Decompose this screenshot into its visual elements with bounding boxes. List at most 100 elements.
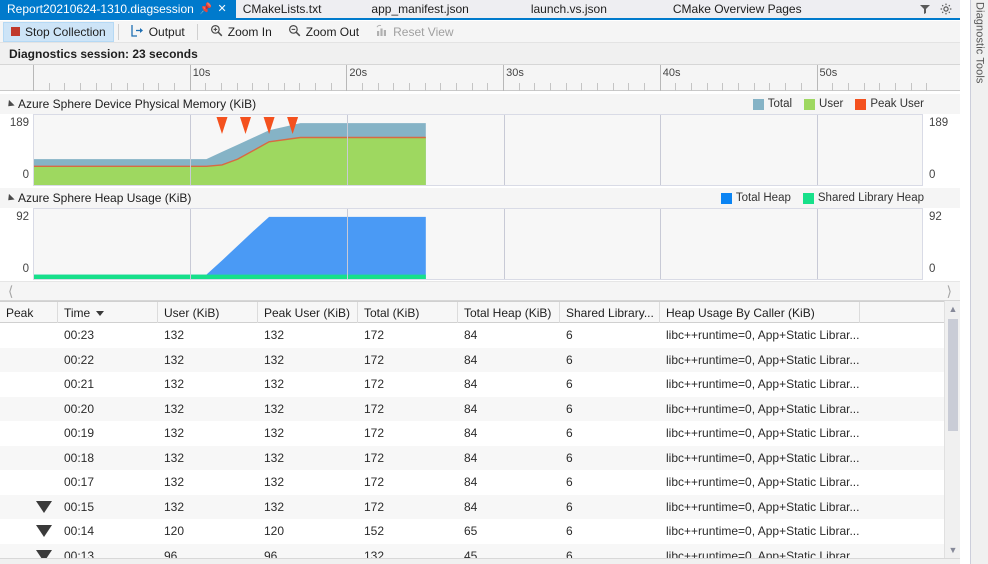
table-cell-peak_user: 132 <box>264 475 285 490</box>
table-cell-total: 172 <box>364 499 385 514</box>
sort-descending-icon <box>96 310 105 316</box>
scroll-left-icon[interactable]: ⟨ <box>8 283 13 300</box>
table-cell-total_heap: 84 <box>464 426 478 441</box>
tab-cmake-overview-pages[interactable]: CMake Overview Pages <box>666 0 811 18</box>
zoom-in-button[interactable]: Zoom In <box>202 22 280 42</box>
heap-usage-plot-area[interactable] <box>33 208 923 280</box>
table-row[interactable]: 00:20 132 132 172 84 6 libc++runtime=0, App+St… <box>0 396 960 422</box>
ruler-minor-tick <box>644 83 646 91</box>
table-cell-heap_caller: libc++runtime=0, App+Static Librar... <box>666 499 860 514</box>
table-cell-spacer <box>860 323 946 348</box>
legend-item-shared-library-heap: Shared Library Heap <box>802 192 924 204</box>
table-row[interactable]: 00:23 132 132 172 84 6 libc++runtime=0, App+St… <box>0 323 960 348</box>
reset-view-button[interactable]: Reset View <box>367 22 461 42</box>
pin-icon[interactable]: 📌 <box>199 3 211 15</box>
table-cell-heap_caller: libc++runtime=0, App+Static Librar... <box>666 426 860 441</box>
scrollbar-thumb[interactable] <box>948 319 958 431</box>
table-header-heap_caller[interactable]: Heap Usage By Caller (KiB) <box>660 302 860 324</box>
table-cell-heap_caller: libc++runtime=0, App+Static Librar... <box>666 401 860 416</box>
table-header-label: Time <box>64 306 91 320</box>
close-icon[interactable]: ✕ <box>218 3 227 15</box>
ruler-minor-tick <box>550 83 552 91</box>
ruler-minor-tick <box>64 83 66 91</box>
scroll-up-icon[interactable]: ▲ <box>945 301 961 317</box>
ruler-minor-tick <box>518 83 520 91</box>
chevron-down-icon[interactable] <box>5 99 15 109</box>
table-row[interactable]: 00:17 132 132 172 84 6 libc++runtime=0, App+St… <box>0 470 960 495</box>
tab-cmakelists[interactable]: CMakeLists.txt <box>236 0 331 18</box>
ruler-label: 40s <box>662 67 681 79</box>
table-row[interactable]: 00:15 132 132 172 84 6 libc++runtime=0, App+St… <box>0 494 960 519</box>
table-header-spacer[interactable] <box>860 302 946 324</box>
tab-diagsession[interactable]: Report20210624-1310.diagsession 📌 ✕ <box>0 0 236 18</box>
table-cell-total_heap: 65 <box>464 524 478 539</box>
table-cell-total_heap: 84 <box>464 499 478 514</box>
table-header-peak[interactable]: Peak <box>0 302 58 324</box>
table-cell-user: 132 <box>164 328 185 343</box>
table-vertical-scrollbar[interactable]: ▲ ▼ <box>944 301 960 558</box>
table-cell-peak_user: 132 <box>264 499 285 514</box>
timeline-horizontal-scrollbar[interactable]: ⟨ ⟩ <box>0 281 960 301</box>
table-cell-peak <box>0 397 58 422</box>
table-header-time[interactable]: Time <box>58 302 158 324</box>
ruler-minor-tick <box>174 83 176 91</box>
timeline-ruler[interactable]: 10s 20s 30s 40s 50s <box>0 65 960 91</box>
table-row[interactable]: 00:21 132 132 172 84 6 libc++runtime=0, App+St… <box>0 372 960 397</box>
table-cell-heap_caller: libc++runtime=0, App+Static Librar... <box>666 352 860 367</box>
table-cell-spacer <box>860 421 946 446</box>
table-cell-total_heap: 84 <box>464 377 478 392</box>
table-cell-shared_lib: 6 <box>566 377 573 392</box>
stop-collection-button[interactable]: Stop Collection <box>3 21 114 42</box>
table-cell-time: 00:15 <box>64 499 95 514</box>
zoom-out-button[interactable]: Zoom Out <box>280 22 367 42</box>
table-row[interactable]: 00:14 120 120 152 65 6 libc++runtime=0, App+St… <box>0 519 960 544</box>
physical-memory-graph: 189 0 189 0 <box>0 114 960 186</box>
tab-launch-vs-json[interactable]: launch.vs.json <box>524 0 616 18</box>
scroll-down-icon[interactable]: ▼ <box>945 542 961 558</box>
table-cell-peak_user: 132 <box>264 450 285 465</box>
table-header-label: Shared Library... <box>566 306 654 320</box>
table-cell-time: 00:20 <box>64 401 95 416</box>
output-button[interactable]: Output <box>123 22 193 42</box>
table-cell-user: 132 <box>164 499 185 514</box>
table-row[interactable]: 00:22 132 132 172 84 6 libc++runtime=0, App+St… <box>0 347 960 372</box>
scroll-right-icon[interactable]: ⟩ <box>947 283 952 300</box>
chevron-down-icon[interactable] <box>5 193 15 203</box>
physical-memory-section-header: Azure Sphere Device Physical Memory (KiB… <box>0 94 960 114</box>
table-cell-total: 172 <box>364 377 385 392</box>
table-cell-peak <box>0 372 58 397</box>
physical-memory-plot-area[interactable] <box>33 114 923 186</box>
table-header-total[interactable]: Total (KiB) <box>358 302 458 324</box>
table-row[interactable]: 00:19 132 132 172 84 6 libc++runtime=0, App+St… <box>0 421 960 446</box>
table-header-total_heap[interactable]: Total Heap (KiB) <box>458 302 560 324</box>
ruler-minor-tick <box>675 83 677 91</box>
ruler-minor-tick <box>926 83 928 91</box>
table-header-label: Total (KiB) <box>364 306 420 320</box>
tab-label: Report20210624-1310.diagsession <box>7 2 194 16</box>
table-header-user[interactable]: User (KiB) <box>158 302 258 324</box>
table-cell-user: 120 <box>164 524 185 539</box>
ruler-minor-tick <box>95 83 97 91</box>
table-cell-user: 132 <box>164 426 185 441</box>
ruler-minor-tick <box>722 83 724 91</box>
tab-app-manifest[interactable]: app_manifest.json <box>364 0 477 18</box>
table-cell-time: 00:21 <box>64 377 95 392</box>
physical-memory-y-max-right: 189 <box>929 117 949 129</box>
table-header-peak_user[interactable]: Peak User (KiB) <box>258 302 358 324</box>
tab-list-icon[interactable] <box>919 3 931 15</box>
table-cell-spacer <box>860 470 946 495</box>
gear-icon[interactable] <box>940 3 952 15</box>
ruler-minor-tick <box>440 83 442 91</box>
diagnostic-tools-side-panel[interactable]: Diagnostic Tools <box>970 0 988 564</box>
table-row[interactable]: 00:18 132 132 172 84 6 libc++runtime=0, App+St… <box>0 445 960 470</box>
physical-memory-legend: Total User Peak User <box>752 98 960 110</box>
table-cell-peak_user: 132 <box>264 352 285 367</box>
legend-swatch-peak-user <box>855 98 867 110</box>
table-header-shared_lib[interactable]: Shared Library... <box>560 302 660 324</box>
table-cell-total_heap: 84 <box>464 328 478 343</box>
heap-usage-series <box>34 216 426 279</box>
ruler-minor-tick <box>894 83 896 91</box>
stop-icon <box>11 27 20 36</box>
legend-item-total: Total <box>752 98 792 110</box>
table-cell-shared_lib: 6 <box>566 524 573 539</box>
